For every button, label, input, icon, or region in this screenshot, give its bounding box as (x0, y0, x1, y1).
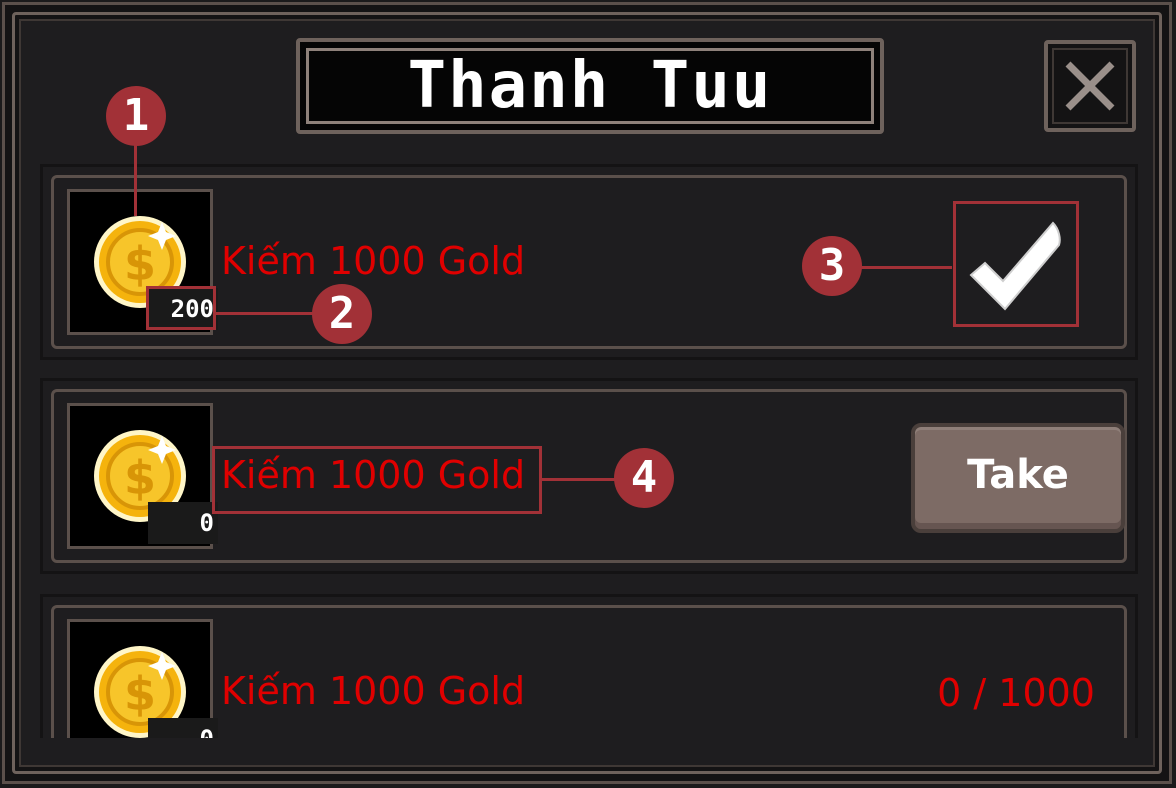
callout-line-3 (858, 266, 952, 269)
achievement-title: Kiếm 1000 Gold (221, 669, 526, 713)
achievement-title: Kiếm 1000 Gold (221, 239, 526, 283)
claimed-indicator (953, 201, 1079, 327)
progress-text: 0 / 1000 (937, 671, 1095, 715)
callout-line-1 (134, 142, 137, 216)
callout-marker-3: 3 (802, 236, 862, 296)
reward-count-highlight (146, 286, 216, 330)
callout-line-2 (216, 312, 316, 315)
callout-marker-2: 2 (312, 284, 372, 344)
reward-count: 0 (148, 718, 218, 738)
svg-text:$: $ (124, 237, 156, 291)
achievement-title-highlight (212, 446, 542, 514)
close-icon (1065, 61, 1115, 111)
take-button[interactable]: Take (911, 423, 1125, 533)
checkmark-icon (969, 221, 1061, 311)
svg-text:$: $ (124, 667, 156, 721)
list-item: $ 0 Kiếm 1000 Gold 0 / 1000 (40, 594, 1138, 738)
list-item: $ 0 Kiếm 1000 Gold Take (40, 378, 1138, 574)
list-item: $ 200 Kiếm 1000 Gold (40, 164, 1138, 360)
callout-marker-4: 4 (614, 448, 674, 508)
reward-count: 0 (148, 502, 218, 544)
reward-icon-box: $ 0 (67, 403, 218, 549)
achievement-list[interactable]: $ 200 Kiếm 1000 Gold $ 0 Kiếm 1000 Gold (40, 160, 1142, 738)
callout-line-4 (542, 478, 618, 481)
title-banner: Thanh Tuu (296, 38, 884, 134)
reward-icon-box: $ 0 (67, 619, 218, 738)
callout-marker-1: 1 (106, 86, 166, 146)
page-title: Thanh Tuu (407, 49, 773, 123)
svg-text:$: $ (124, 451, 156, 505)
close-button[interactable] (1044, 40, 1136, 132)
